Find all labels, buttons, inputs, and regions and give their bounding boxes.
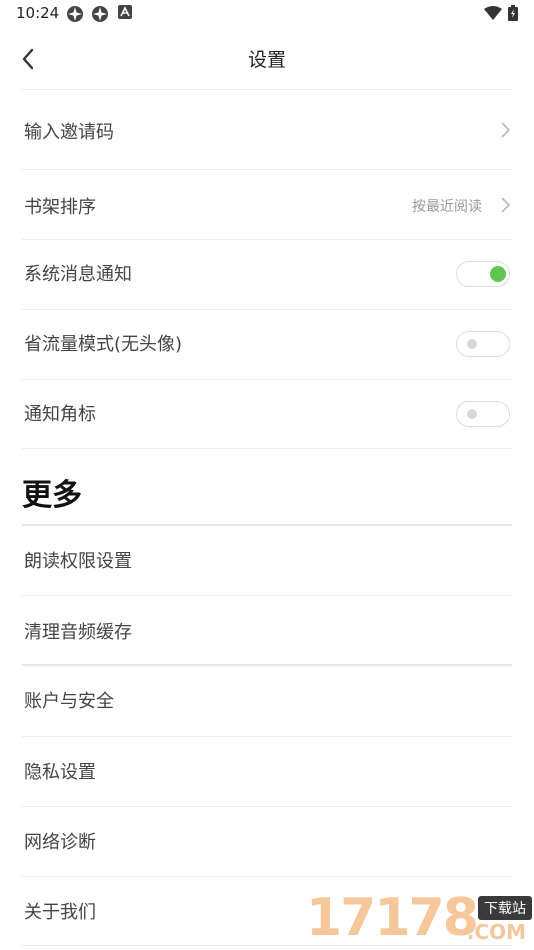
setting-label: 通知角标 [24,404,96,425]
watermark-logo: 17178 下载站 .COM [304,888,534,950]
font-notification-icon [118,5,132,19]
battery-icon [508,5,518,21]
status-bar: 10:24 [0,0,534,28]
setting-label: 书架排序 [24,197,96,218]
chevron-right-icon [501,197,511,213]
more-item-label: 关于我们 [24,902,96,923]
app-notification-icon [67,6,83,22]
setting-label: 输入邀请码 [24,122,114,143]
setting-data-saver: 省流量模式(无头像) [22,309,512,379]
more-item-label: 隐私设置 [24,762,96,783]
toggle-knob [467,339,477,349]
page-title: 设置 [247,49,286,71]
more-item-clear-audio-cache[interactable]: 清理音频缓存 [22,595,512,665]
more-item-label: 朗读权限设置 [24,551,132,572]
divider [22,448,512,449]
wifi-icon [484,6,502,20]
setting-system-notify: 系统消息通知 [22,239,512,309]
section-title-more: 更多 [22,478,82,513]
setting-label: 省流量模式(无头像) [24,334,183,355]
status-time: 10:24 [16,4,60,22]
watermark-digits: 17178 [306,888,479,948]
more-item-label: 账户与安全 [24,691,114,712]
more-item-account-security[interactable]: 账户与安全 [22,666,512,736]
toggle-knob [467,409,477,419]
watermark-badge: 下载站 [478,896,532,920]
chevron-right-icon [501,122,511,138]
more-item-read-permission[interactable]: 朗读权限设置 [22,525,512,595]
setting-badge: 通知角标 [22,379,512,449]
setting-bookshelf-sort[interactable]: 书架排序 按最近阅读 [22,169,512,239]
more-item-network-diagnose[interactable]: 网络诊断 [22,806,512,876]
watermark-suffix: .COM [466,920,526,944]
more-item-label: 清理音频缓存 [24,622,132,643]
data-saver-toggle[interactable] [456,331,510,357]
setting-label: 系统消息通知 [24,264,132,285]
badge-toggle[interactable] [456,401,510,427]
more-item-privacy[interactable]: 隐私设置 [22,736,512,806]
app-notification-icon [92,6,108,22]
system-notify-toggle[interactable] [456,261,510,287]
setting-invite-code[interactable]: 输入邀请码 [22,89,512,169]
more-item-label: 网络诊断 [24,832,96,853]
header-bar: 设置 [0,28,534,88]
setting-value: 按最近阅读 [412,199,482,215]
toggle-knob [490,266,506,282]
